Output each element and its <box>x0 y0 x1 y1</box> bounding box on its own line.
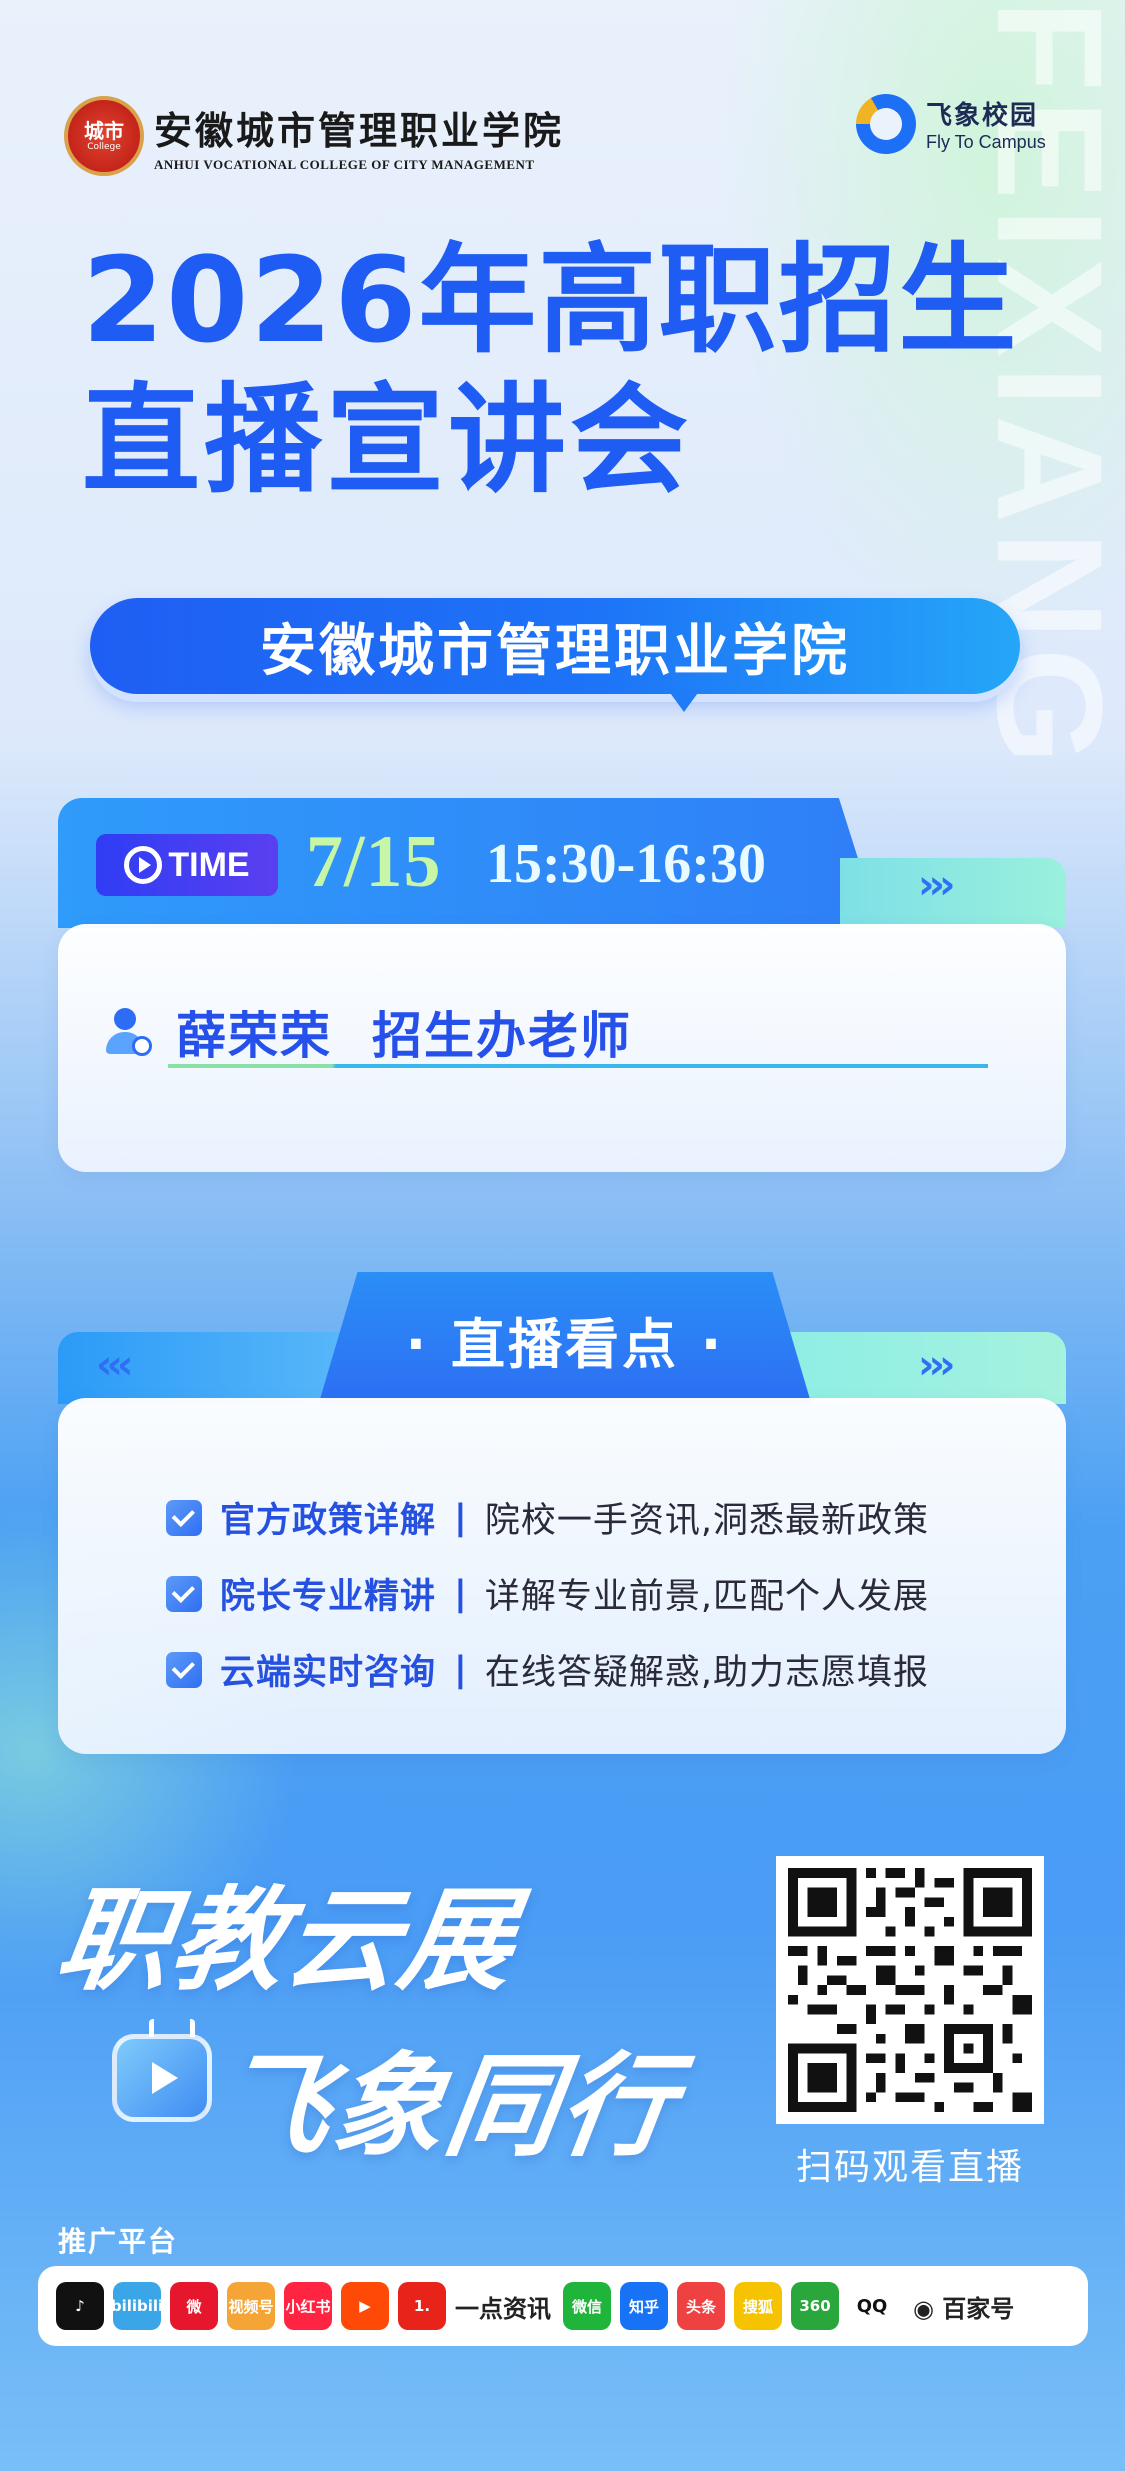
arrows-right-icon: ››› <box>918 1342 956 1388</box>
checkbox-icon <box>166 1651 202 1688</box>
speaker-row: 薛荣荣 招生办老师 <box>106 996 632 1068</box>
play-icon <box>124 846 163 884</box>
kuaishou-icon: ▶ <box>341 2282 389 2330</box>
highlight-separator: | <box>454 1573 467 1614</box>
speaker-underline <box>168 1064 988 1068</box>
qr-label: 扫码观看直播 <box>795 2147 1024 2188</box>
main-title: 2026年高职招生 直播宣讲会 <box>82 230 1042 510</box>
baijiahao-label: ◉ 百家号 <box>913 2294 1015 2323</box>
school-name-cn: 安徽城市管理职业学院 <box>154 107 565 153</box>
highlight-item: 官方政策详解 | 院校一手资讯,洞悉最新政策 <box>166 1492 929 1543</box>
zhihu-icon: 知乎 <box>620 2282 668 2330</box>
qq-icon: QQ <box>848 2282 896 2330</box>
slogan: 职教云展 飞象同行 <box>49 1850 683 2178</box>
highlight-desc: 详解专业前景,匹配个人发展 <box>484 1577 929 1617</box>
highlight-separator: | <box>454 1649 467 1690</box>
pill-tail <box>668 690 700 712</box>
qr-code-image <box>788 1868 1032 2112</box>
wechat-icon: 微信 <box>563 2282 611 2330</box>
speaker-name: 薛荣荣 <box>176 1007 332 1065</box>
highlight-desc: 在线答疑解惑,助力志愿填报 <box>484 1653 929 1693</box>
school-logo: 城市 College 安徽城市管理职业学院 ANHUI VOCATIONAL C… <box>64 96 564 176</box>
fly-to-campus-icon <box>856 94 916 154</box>
douyin-icon: ♪ <box>56 2282 104 2330</box>
platforms-bar: ♪ bilibili 微视频号 小红书 ▶ 1. 一点资讯 微信 知乎 头条 搜狐 360 QQ ◉ 百家… <box>38 2266 1088 2346</box>
qr-code[interactable] <box>776 1856 1044 2124</box>
highlight-key: 云端实时咨询 <box>220 1653 437 1693</box>
checkbox-icon <box>166 1499 202 1536</box>
arrows-right-icon: ››› <box>918 862 956 908</box>
platforms-label: 推广平台 <box>58 2225 179 2258</box>
seal-text: 城市 <box>84 119 124 143</box>
time-band-accent <box>840 858 1066 928</box>
slogan-line-1: 职教云展 <box>49 1876 524 2006</box>
event-date: 7/15 <box>306 821 442 903</box>
brand-name-en: Fly To Campus <box>926 132 1046 152</box>
tv-play-icon <box>112 2034 212 2122</box>
time-badge: TIME <box>96 834 278 896</box>
slogan-line-2: 飞象同行 <box>209 2042 684 2172</box>
highlight-key: 官方政策详解 <box>220 1501 437 1541</box>
title-line-1: 2026年高职招生 <box>82 231 1019 369</box>
360-icon: 360 <box>791 2282 839 2330</box>
brand-name-cn: 飞象校园 <box>926 101 1039 131</box>
yidianzixun-label: 一点资讯 <box>455 2294 551 2323</box>
bilibili-icon: bilibili <box>113 2282 161 2330</box>
sohu-icon: 搜狐 <box>734 2282 782 2330</box>
highlight-item: 云端实时咨询 | 在线答疑解惑,助力志愿填报 <box>166 1644 929 1695</box>
arrows-left-icon: ‹‹‹ <box>96 1342 134 1388</box>
person-verified-icon <box>106 1008 152 1056</box>
toutiao-icon: 头条 <box>677 2282 725 2330</box>
channels-icon: 视频号 <box>227 2282 275 2330</box>
title-line-2: 直播宣讲会 <box>82 371 693 509</box>
highlight-separator: | <box>454 1497 467 1538</box>
weibo-icon: 微 <box>170 2282 218 2330</box>
school-pill: 安徽城市管理职业学院 <box>90 598 1020 694</box>
seal-subtext: College <box>87 142 121 152</box>
xiaohongshu-icon: 小红书 <box>284 2282 332 2330</box>
highlights-title: · 直播看点 · <box>405 1313 725 1376</box>
highlight-desc: 院校一手资讯,洞悉最新政策 <box>484 1501 929 1541</box>
highlight-key: 院长专业精讲 <box>220 1577 437 1617</box>
highlight-item: 院长专业精讲 | 详解专业前景,匹配个人发展 <box>166 1568 929 1619</box>
time-badge-label: TIME <box>168 845 250 884</box>
event-time-range: 15:30-16:30 <box>486 833 766 895</box>
brand-logo: 飞象校园 Fly To Campus <box>856 94 1046 154</box>
checkbox-icon <box>166 1575 202 1612</box>
school-name-en: ANHUI VOCATIONAL COLLEGE OF CITY MANAGEM… <box>154 156 535 172</box>
school-seal-icon: 城市 College <box>64 96 144 176</box>
speaker-role: 招生办老师 <box>372 1007 632 1065</box>
yidianzixun-icon: 1. <box>398 2282 446 2330</box>
